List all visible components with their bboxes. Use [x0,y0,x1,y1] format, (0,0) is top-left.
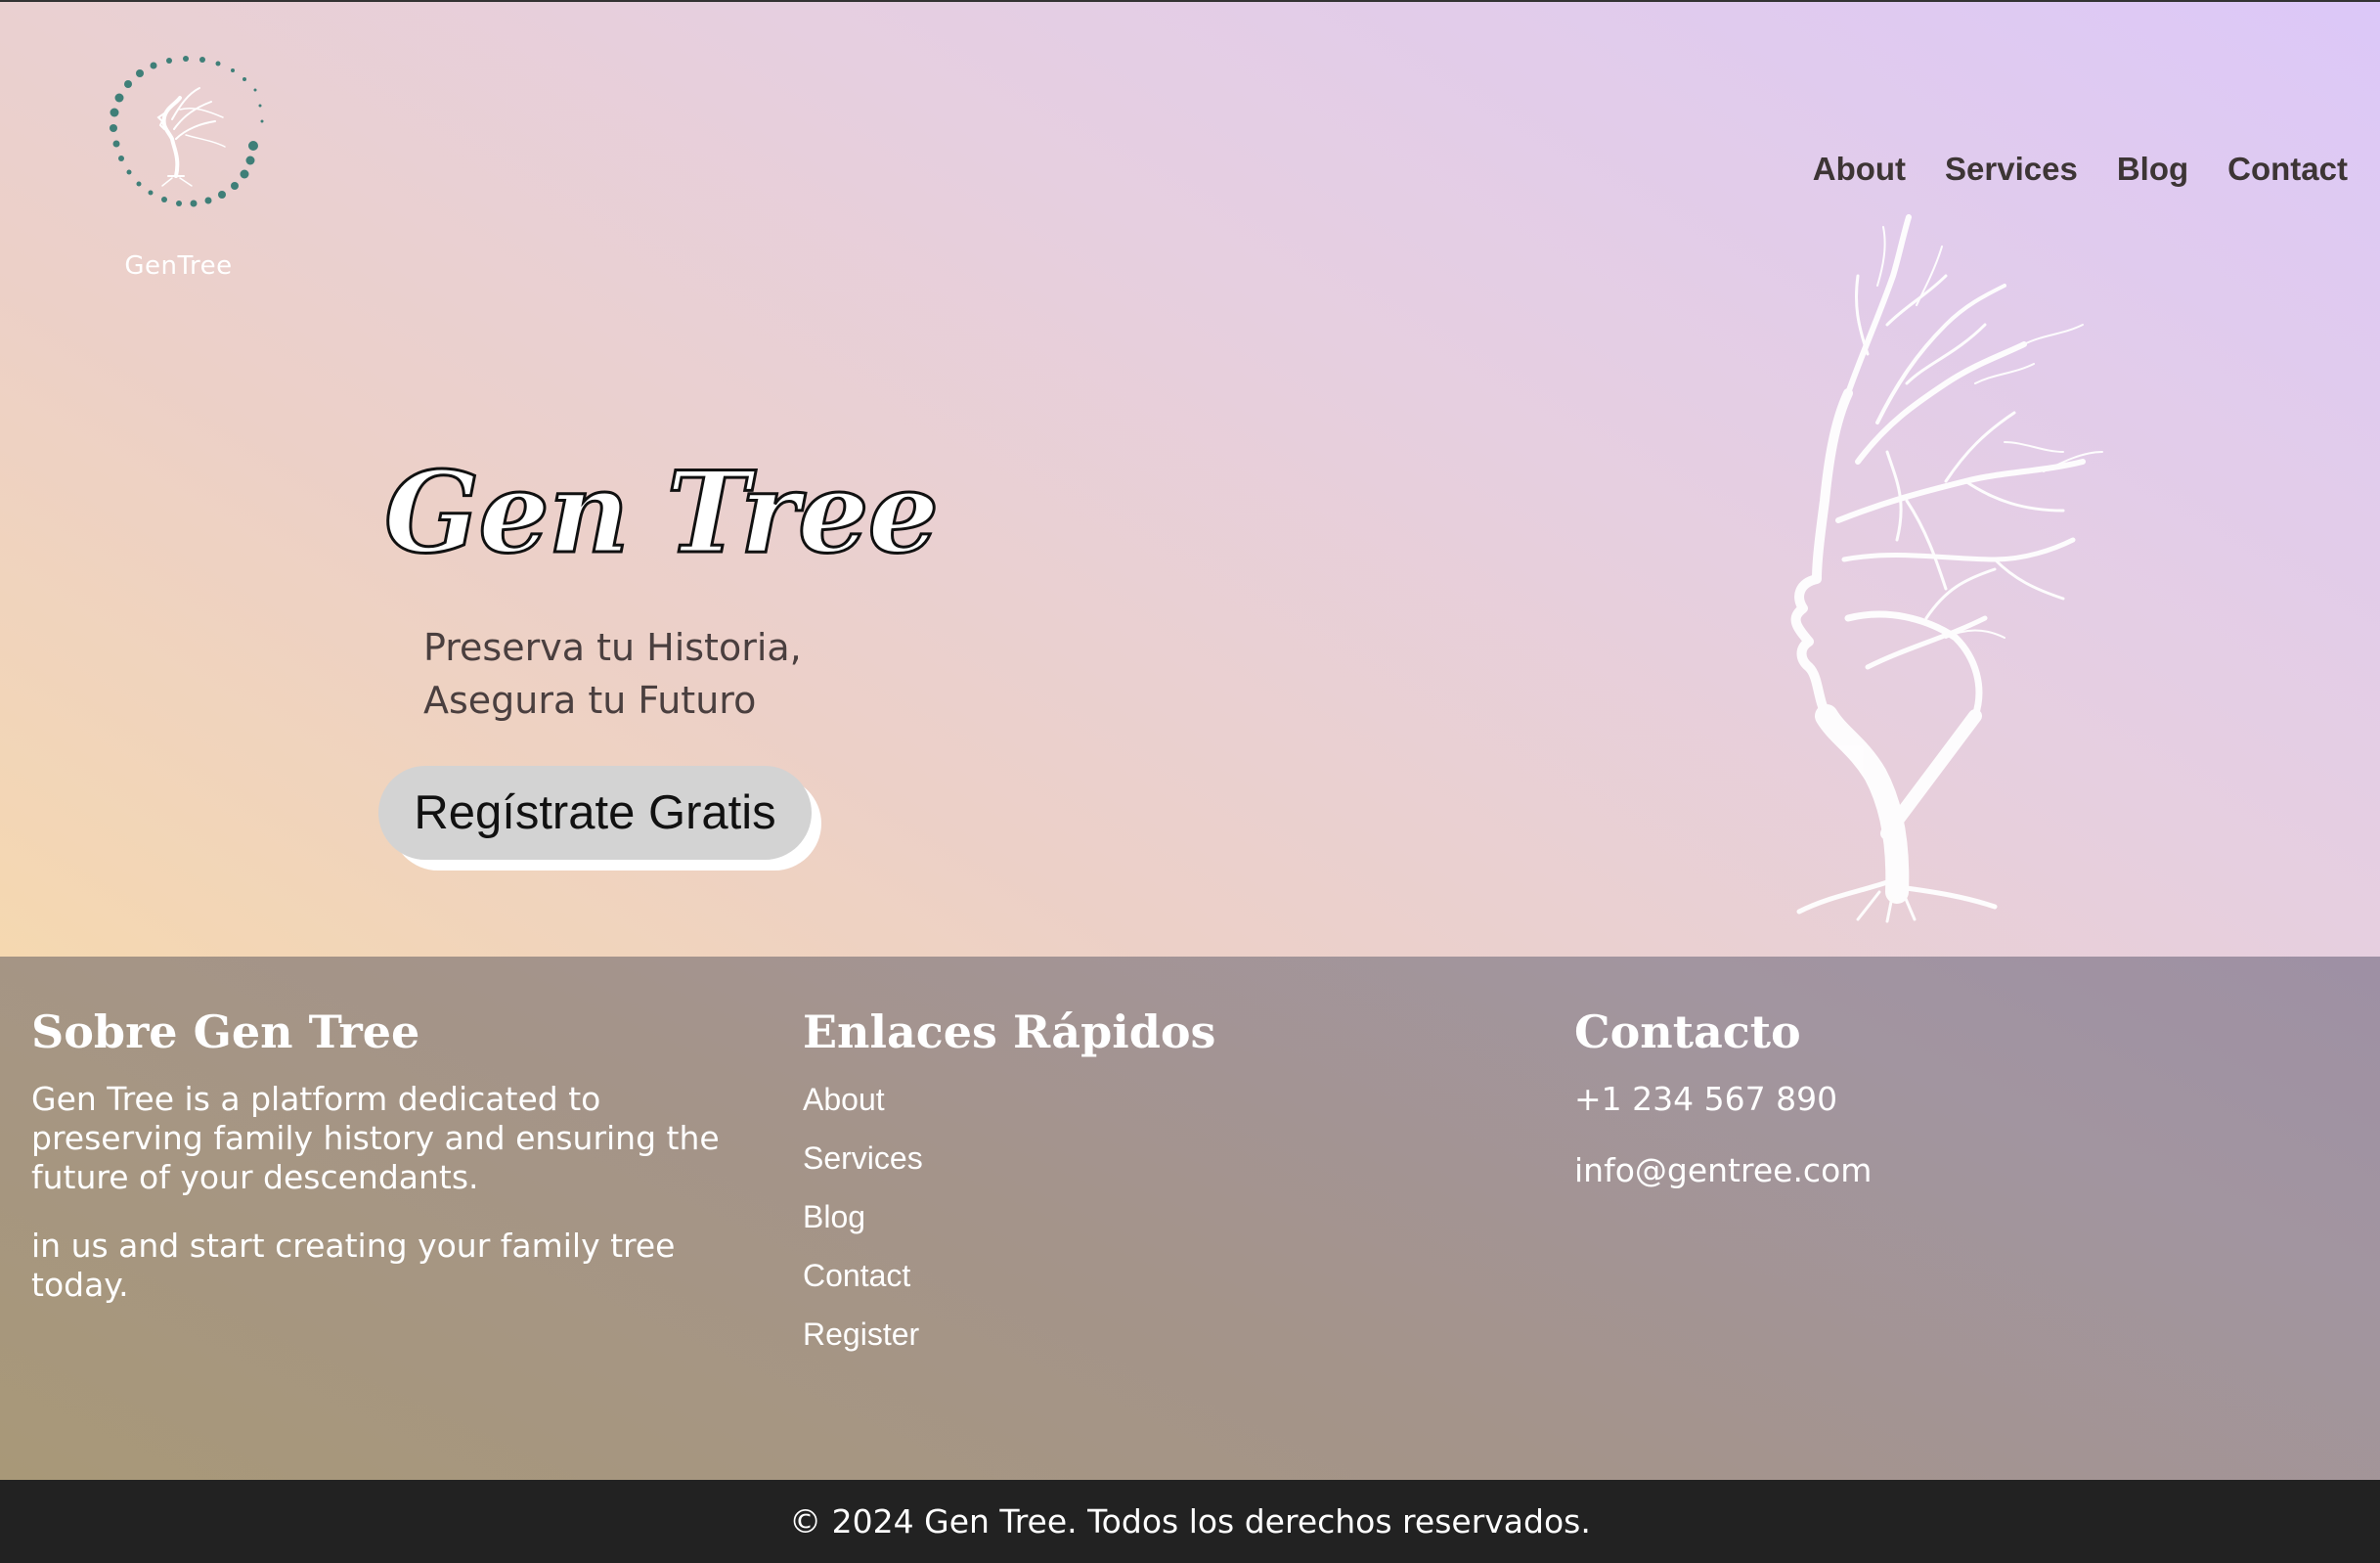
footer-phone: +1 234 567 890 [1574,1080,1838,1118]
footer-email[interactable]: info@gentree.com [1574,1151,2317,1190]
tree-head-illustration [1790,214,2103,923]
logo[interactable]: GenTree [78,51,279,286]
nav-contact[interactable]: Contact [2227,151,2348,188]
footer-link-blog[interactable]: Blog [803,1197,1546,1256]
hero-subtitle-line2: Asegura tu Futuro [423,679,757,722]
footer-link-services[interactable]: Services [803,1139,1546,1197]
footer: Sobre Gen Tree Gen Tree is a platform de… [0,957,2380,1480]
footer-about-text: Gen Tree is a platform dedicated to pres… [31,1080,720,1196]
footer-about-text-2: in us and start creating your family tre… [31,1227,676,1304]
register-free-button[interactable]: Regístrate Gratis [378,766,812,860]
footer-links-list: About Services Blog Contact Register [803,1080,1546,1373]
nav-services[interactable]: Services [1945,151,2078,188]
nav-blog[interactable]: Blog [2117,151,2188,188]
footer-quick-links: Enlaces Rápidos About Services Blog Cont… [803,1005,1546,1373]
footer-link-register[interactable]: Register [803,1315,1546,1373]
footer-about-heading: Sobre Gen Tree [31,1005,420,1058]
hero-subtitle: Preserva tu Historia, Asegura tu Futuro [423,621,802,727]
hero-title: Gen Tree [382,446,940,580]
logo-text: GenTree [124,251,233,281]
footer-about: Sobre Gen Tree Gen Tree is a platform de… [31,1005,735,1305]
copyright-text: © 2024 Gen Tree. Todos los derechos rese… [789,1502,1591,1541]
copyright-bar: © 2024 Gen Tree. Todos los derechos rese… [0,1480,2380,1563]
main-nav: About Services Blog Contact [1813,151,2348,188]
footer-links-heading: Enlaces Rápidos [803,1005,1216,1058]
logo-tree-icon [110,56,264,207]
footer-contact: Contacto +1 234 567 890 info@gentree.com [1574,1005,2317,1223]
footer-link-contact[interactable]: Contact [803,1256,1546,1315]
hero-section: GenTree About Services Blog Contact Gen … [0,0,2380,957]
footer-link-about[interactable]: About [803,1080,1546,1139]
footer-contact-heading: Contacto [1574,1005,1801,1058]
hero-subtitle-line1: Preserva tu Historia, [423,626,802,669]
nav-about[interactable]: About [1813,151,1906,188]
